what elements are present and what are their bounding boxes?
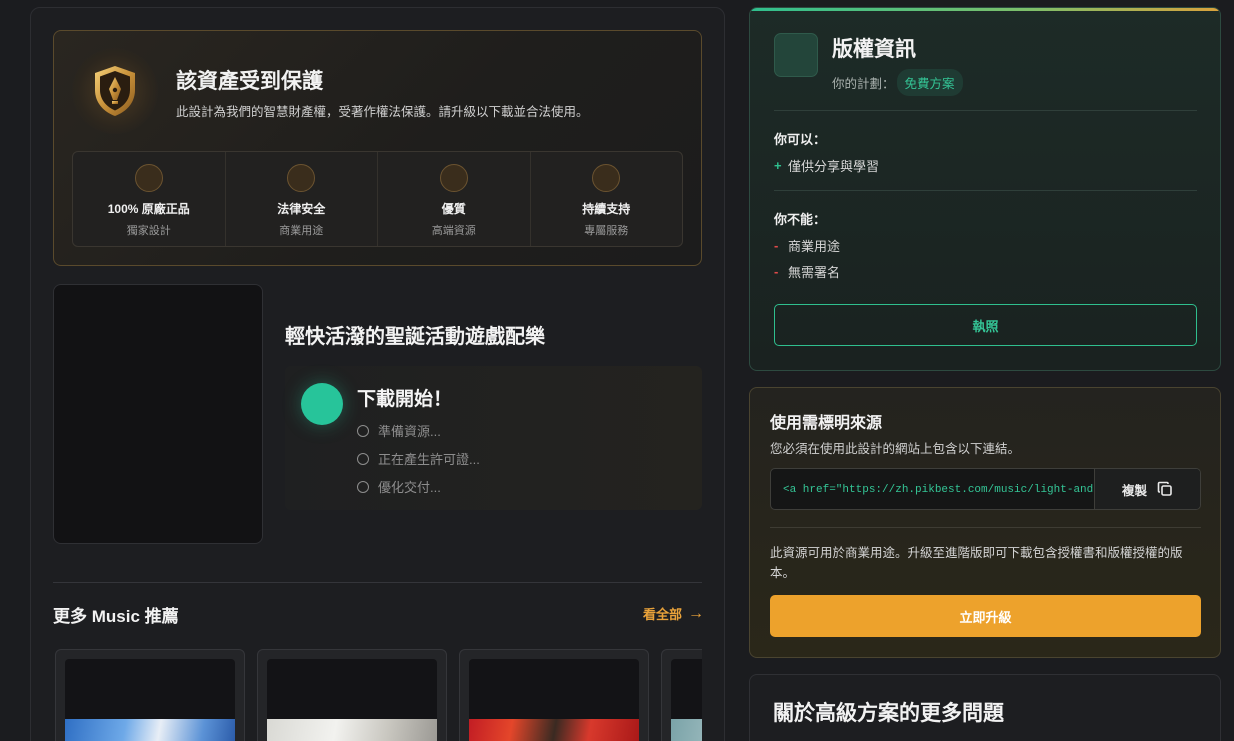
- feature-item: 優質 高端資源: [378, 152, 531, 246]
- card-image: [65, 719, 235, 741]
- recommendation-card[interactable]: [661, 649, 702, 741]
- shield-badge: [72, 48, 158, 134]
- attribution-code-box: <a href="https://zh.pikbest.com/music/li…: [770, 468, 1201, 510]
- cannot-item-label: 無需署名: [788, 265, 841, 280]
- feature-subtitle: 專屬服務: [584, 225, 629, 237]
- attribution-card: 使用需標明來源 您必須在使用此設計的網站上包含以下連結。 <a href="ht…: [749, 387, 1221, 658]
- upgrade-button[interactable]: 立即升級: [770, 595, 1201, 637]
- download-step: 準備資源...: [357, 421, 441, 440]
- minus-icon: -: [774, 238, 779, 253]
- download-step: 正在產生許可證...: [357, 449, 480, 468]
- track-thumbnail: [53, 284, 263, 544]
- feature-title: 優質: [441, 202, 466, 216]
- license-title: 版權資訊: [832, 38, 916, 61]
- minus-icon: -: [774, 264, 779, 279]
- license-button[interactable]: 執照: [774, 304, 1197, 346]
- shield-pen-icon: [95, 66, 135, 116]
- license-accent-bar: [750, 8, 1220, 11]
- feature-item: 持續支持 專屬服務: [531, 152, 683, 246]
- cannot-item: - 商業用途: [774, 236, 840, 255]
- download-title: 下載開始！: [357, 389, 453, 410]
- see-all-link[interactable]: 看全部 →: [643, 604, 704, 623]
- plan-badge: 免費方案: [896, 69, 963, 96]
- card-image: [671, 719, 702, 741]
- attribution-divider: [770, 527, 1201, 528]
- step-pending-icon: [357, 424, 369, 437]
- feature-icon: [134, 164, 163, 192]
- card-thumbnail: [671, 659, 702, 741]
- attribution-description: 您必須在使用此設計的網站上包含以下連結。: [770, 442, 1021, 456]
- recommendation-list: [55, 649, 702, 741]
- copy-label: 複製: [1121, 483, 1147, 498]
- feature-item: 法律安全 商業用途: [226, 152, 378, 246]
- feature-title: 法律安全: [277, 202, 326, 216]
- card-thumbnail: [267, 659, 437, 741]
- feature-subtitle: 高端資源: [431, 225, 476, 237]
- section-divider: [53, 582, 702, 583]
- track-title: 輕快活潑的聖誕活動遊戲配樂: [285, 326, 545, 348]
- step-pending-icon: [357, 480, 369, 493]
- arrow-right-icon: →: [688, 604, 705, 622]
- more-recommendations-title: 更多 Music 推薦: [53, 607, 179, 626]
- protection-card: 該資產受到保護 此設計為我們的智慧財產權，受著作權法保護。請升級以下載並合法使用…: [53, 30, 702, 266]
- plan-label: 你的計劃：: [832, 77, 895, 91]
- copy-button[interactable]: 複製: [1095, 469, 1200, 509]
- attribution-note: 此資源可用於商業用途。升級至進階版即可下載包含授權書和版權授權的版本。: [770, 546, 1183, 580]
- cannot-label: 你不能：: [774, 212, 827, 227]
- card-image: [469, 719, 639, 741]
- download-step-label: 優化交付...: [378, 480, 441, 495]
- feature-subtitle: 獨家設計: [126, 225, 171, 237]
- attribution-code-field[interactable]: <a href="https://zh.pikbest.com/music/li…: [771, 469, 1095, 509]
- protection-title: 該資產受到保護: [176, 70, 323, 93]
- attribution-title: 使用需標明來源: [770, 415, 883, 432]
- can-item-label: 僅供分享與學習: [788, 159, 880, 174]
- can-label: 你可以：: [774, 132, 827, 147]
- faq-title: 關於高級方案的更多問題: [773, 702, 1004, 725]
- recommendation-card[interactable]: [459, 649, 649, 741]
- card-image: [267, 719, 437, 741]
- feature-icon: [287, 164, 316, 192]
- faq-card: 關於高級方案的更多問題: [749, 674, 1221, 741]
- see-all-label: 看全部: [643, 607, 683, 622]
- card-thumbnail: [65, 659, 235, 741]
- feature-subtitle: 商業用途: [279, 225, 324, 237]
- recommendation-card[interactable]: [257, 649, 447, 741]
- recommendation-card[interactable]: [55, 649, 245, 741]
- download-step: 優化交付...: [357, 477, 441, 496]
- copyright-icon: [774, 33, 818, 77]
- copy-icon: [1157, 481, 1172, 496]
- plus-icon: +: [774, 158, 782, 173]
- download-progress-icon: [301, 383, 343, 425]
- download-step-label: 準備資源...: [378, 424, 441, 439]
- feature-list: 100% 原廠正品 獨家設計 法律安全 商業用途 優質 高端資源 持續支持 專屬…: [72, 151, 683, 247]
- protection-description: 此設計為我們的智慧財產權，受著作權法保護。請升級以下載並合法使用。: [176, 105, 589, 119]
- feature-title: 持續支持: [582, 202, 631, 216]
- plan-info: 你的計劃： 免費方案: [832, 69, 963, 96]
- feature-item: 100% 原廠正品 獨家設計: [73, 152, 226, 246]
- download-status-panel: 下載開始！ 準備資源... 正在產生許可證... 優化交付...: [285, 366, 702, 510]
- feature-icon: [439, 164, 468, 192]
- cannot-item: - 無需署名: [774, 262, 840, 281]
- license-card: 版權資訊 你的計劃： 免費方案 你可以： + 僅供分享與學習 你不能： - 商業…: [749, 7, 1221, 371]
- step-pending-icon: [357, 452, 369, 465]
- cannot-item-label: 商業用途: [788, 239, 841, 254]
- can-item: + 僅供分享與學習: [774, 156, 879, 175]
- license-divider: [774, 110, 1197, 111]
- feature-title: 100% 原廠正品: [107, 202, 190, 216]
- card-thumbnail: [469, 659, 639, 741]
- license-divider: [774, 190, 1197, 191]
- download-step-label: 正在產生許可證...: [378, 452, 480, 467]
- feature-icon: [592, 164, 621, 192]
